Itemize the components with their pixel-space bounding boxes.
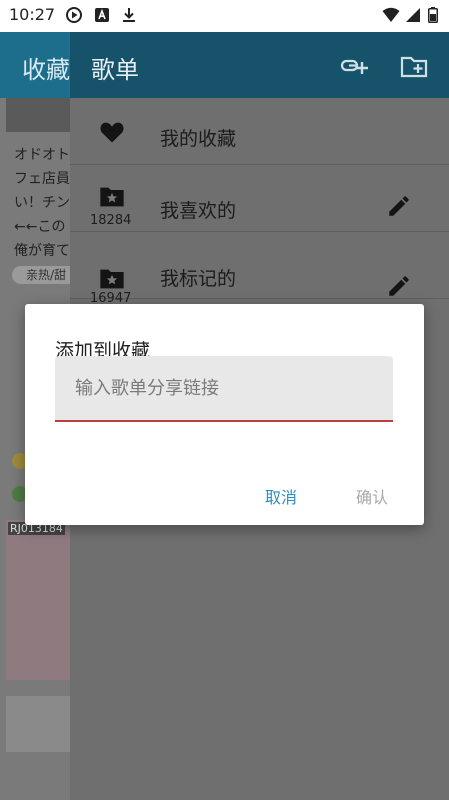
drawer-title: 歌单 (91, 56, 139, 84)
drawer-toolbar: 歌单 (70, 32, 449, 98)
playlist-link-input[interactable] (55, 356, 393, 422)
wifi-icon (382, 7, 400, 22)
playlist-item[interactable]: 我的收藏 (70, 98, 449, 165)
status-time: 10:27 (9, 5, 56, 24)
background-text-line: ←←この (14, 219, 66, 235)
a-letter-icon (95, 8, 109, 22)
background-cover-image (6, 98, 70, 132)
playlist-name: 我喜欢的 (160, 200, 237, 222)
add-to-collection-dialog: 添加到收藏 取消 确认 (25, 304, 424, 525)
cancel-button[interactable]: 取消 (257, 480, 305, 512)
link-add-icon[interactable] (340, 52, 368, 80)
playlist-name: 我的收藏 (160, 128, 237, 150)
background-cover-image (6, 696, 70, 752)
download-icon (123, 8, 135, 22)
confirm-button[interactable]: 确认 (348, 480, 396, 512)
battery-icon (428, 7, 438, 23)
signal-icon (406, 8, 420, 22)
heart-icon (100, 122, 124, 143)
playlist-name: 我标记的 (160, 268, 237, 290)
background-text-line: い！チン (14, 195, 70, 211)
background-text-line: フェ店員 (14, 171, 70, 187)
folder-star-icon (100, 269, 124, 289)
playlist-item[interactable]: 16947 我标记的 (70, 232, 449, 306)
status-bar: 10:27 (0, 0, 449, 32)
background-title: 收藏 (22, 56, 70, 84)
play-circle-icon (66, 7, 82, 23)
folder-star-icon (100, 187, 124, 207)
background-text-line: オドオト (14, 147, 70, 163)
folder-add-icon[interactable] (400, 52, 428, 80)
edit-pencil-icon[interactable] (386, 273, 412, 299)
background-cover-image (6, 520, 70, 680)
playlist-item[interactable]: 18284 我喜欢的 (70, 165, 449, 232)
edit-pencil-icon[interactable] (386, 193, 412, 219)
playlist-count: 18284 (90, 213, 132, 228)
background-text-line: 俺が育て (14, 243, 70, 259)
